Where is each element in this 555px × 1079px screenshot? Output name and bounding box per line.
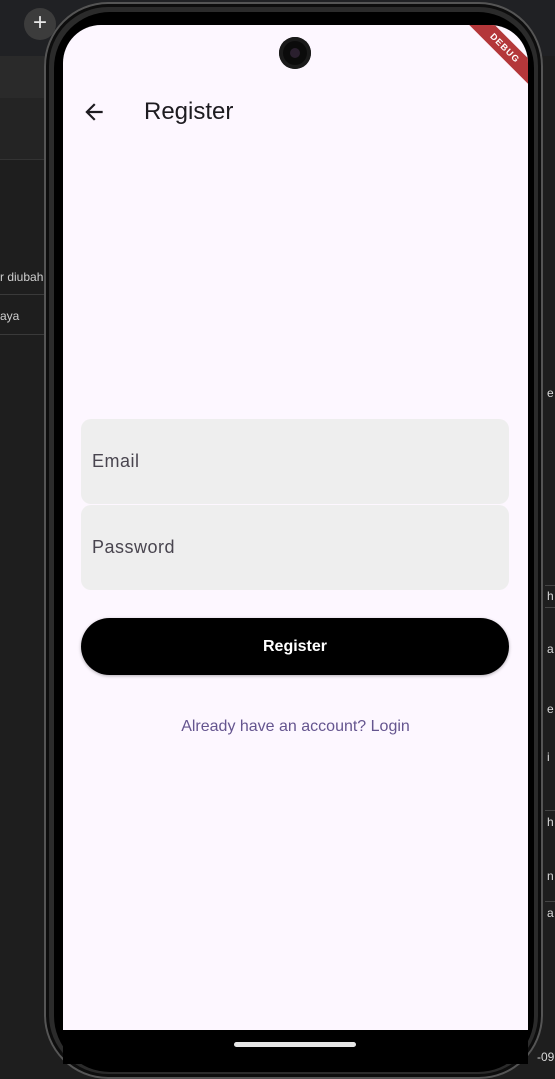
desktop-text-fragment: a — [547, 906, 554, 920]
app-screen: 9:52 ⏻ ▾◢▮ DEBUG Register Register Alrea… — [63, 25, 528, 1030]
divider — [545, 901, 555, 902]
email-field-container — [81, 419, 509, 504]
desktop-text-fragment: -09 — [537, 1050, 555, 1064]
divider — [545, 607, 555, 608]
divider — [545, 810, 555, 811]
status-time: 9:52 ⏻ — [94, 45, 137, 61]
desktop-text-fragment: a — [547, 642, 554, 656]
login-link[interactable]: Already have an account? Login — [63, 718, 528, 736]
desktop-text-fragment: r diubah — [0, 270, 44, 284]
back-arrow-icon[interactable] — [81, 99, 107, 125]
password-field[interactable] — [81, 505, 509, 590]
desktop-text-fragment: i — [547, 750, 550, 764]
email-field[interactable] — [81, 419, 509, 504]
page-title: Register — [144, 98, 234, 125]
system-nav-bar — [63, 1030, 528, 1064]
divider — [0, 294, 44, 295]
password-field-container — [81, 505, 509, 590]
desktop-text-fragment: h — [547, 589, 554, 603]
register-button[interactable]: Register — [81, 618, 509, 675]
desktop-text-fragment: h — [547, 815, 554, 829]
front-camera — [279, 37, 311, 69]
desktop-text-fragment: e — [547, 702, 554, 716]
home-indicator[interactable] — [234, 1042, 356, 1047]
desktop-text-fragment: n — [547, 869, 554, 883]
desktop-text-fragment: aya — [0, 309, 20, 323]
divider — [545, 585, 555, 586]
divider — [0, 334, 44, 335]
desktop-text-fragment: e — [547, 386, 554, 400]
